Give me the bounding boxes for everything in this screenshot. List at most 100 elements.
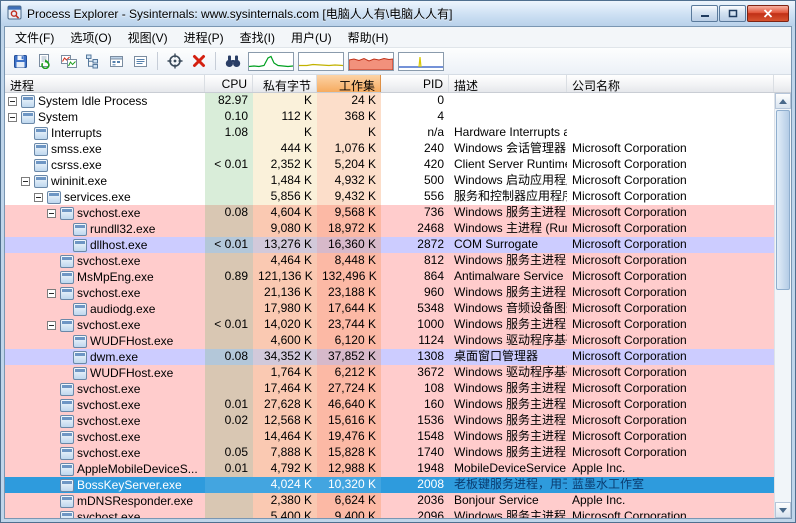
io-graph[interactable] [398,51,444,71]
process-row[interactable]: svchost.exe 14,464 K 19,476 K 1548 Windo… [5,429,774,445]
process-row[interactable]: mDNSResponder.exe 2,380 K 6,624 K 2036 B… [5,493,774,509]
close-button[interactable] [747,5,789,22]
process-row[interactable]: rundll32.exe 9,080 K 18,972 K 2468 Windo… [5,221,774,237]
find-window-button[interactable] [163,50,186,72]
pid-cell: 2036 [417,493,444,507]
cpu-cell: < 0.01 [205,237,253,253]
process-row[interactable]: svchost.exe < 0.01 14,020 K 23,744 K 100… [5,317,774,333]
pid-cell: 1948 [417,461,444,475]
tree-expand-box[interactable] [34,192,43,202]
tree-expand-box[interactable] [47,208,56,218]
column-header-process[interactable]: 进程 [5,75,205,92]
menu-options[interactable]: 选项(O) [62,27,119,48]
cpu-cell [205,285,253,301]
client-area: 文件(F) 选项(O) 视图(V) 进程(P) 查找(I) 用户(U) 帮助(H… [4,26,792,519]
process-row[interactable]: AppleMobileDeviceS... 0.01 4,792 K 12,98… [5,461,774,477]
process-row[interactable]: smss.exe 444 K 1,076 K 240 Windows 会话管理器… [5,141,774,157]
physical-memory-graph[interactable] [348,51,394,71]
kill-process-button[interactable] [187,50,210,72]
process-row[interactable]: svchost.exe 21,136 K 23,188 K 960 Window… [5,285,774,301]
menu-process[interactable]: 进程(P) [176,27,232,48]
menu-view[interactable]: 视图(V) [120,27,176,48]
tree-expand-box[interactable] [47,320,56,330]
description-cell: Hardware Interrupts a... [454,125,567,139]
process-row[interactable]: System 0.10 112 K 368 K 4 [5,109,774,125]
company-cell: Microsoft Corporation [572,445,687,459]
process-row[interactable]: svchost.exe 4,464 K 8,448 K 812 Windows … [5,253,774,269]
column-header-private-bytes[interactable]: 私有字节 [253,75,317,92]
pid-cell: 1536 [417,413,444,427]
tree-expand-box[interactable] [21,176,30,186]
scrollbar-track[interactable] [775,109,791,502]
scrollbar-thumb[interactable] [776,110,790,290]
process-row[interactable]: dllhost.exe < 0.01 13,276 K 16,360 K 287… [5,237,774,253]
column-header-company[interactable]: 公司名称 [567,75,774,92]
cpu-graph[interactable] [248,51,294,71]
company-cell: Microsoft Corporation [572,173,687,187]
company-cell: Apple Inc. [572,493,626,507]
process-row[interactable]: svchost.exe 5,400 K 9,400 K 2096 Windows… [5,509,774,518]
system-information-button[interactable] [57,50,80,72]
commit-graph[interactable] [298,51,344,71]
menu-users[interactable]: 用户(U) [283,27,340,48]
list-body: System Idle Process 82.97 K 24 K 0 Syste… [5,93,791,518]
column-header-cpu[interactable]: CPU [205,75,253,92]
dll-view-button[interactable] [105,50,128,72]
menu-find[interactable]: 查找(I) [232,27,283,48]
process-row[interactable]: svchost.exe 0.05 7,888 K 15,828 K 1740 W… [5,445,774,461]
company-cell: Microsoft Corporation [572,301,687,315]
tree-expand-box[interactable] [8,112,17,122]
save-button[interactable] [9,50,32,72]
cpu-cell: 0.05 [205,445,253,461]
process-row[interactable]: svchost.exe 0.02 12,568 K 15,616 K 1536 … [5,413,774,429]
process-explorer-window: Process Explorer - Sysinternals: www.sys… [0,0,796,523]
vertical-scrollbar[interactable] [774,93,791,518]
menu-file[interactable]: 文件(F) [7,27,62,48]
process-name: svchost.exe [77,285,141,300]
process-row[interactable]: WUDFHost.exe 4,600 K 6,120 K 1124 Window… [5,333,774,349]
private-bytes-cell: 1,484 K [253,173,317,189]
process-row[interactable]: svchost.exe 17,464 K 27,724 K 108 Window… [5,381,774,397]
column-header-description[interactable]: 描述 [449,75,567,92]
company-cell [567,93,774,109]
binoculars-icon [225,55,240,67]
menu-help[interactable]: 帮助(H) [340,27,397,48]
process-row[interactable]: services.exe 5,856 K 9,432 K 556 服务和控制器应… [5,189,774,205]
process-row[interactable]: svchost.exe 0.01 27,628 K 46,640 K 160 W… [5,397,774,413]
description-cell: Bonjour Service [454,493,539,507]
working-set-cell: 27,724 K [317,381,381,397]
maximize-button[interactable] [719,5,746,22]
tree-expand-box[interactable] [47,288,56,298]
title-bar[interactable]: Process Explorer - Sysinternals: www.sys… [1,1,795,26]
process-row[interactable]: csrss.exe < 0.01 2,352 K 5,204 K 420 Cli… [5,157,774,173]
process-row[interactable]: svchost.exe 0.08 4,604 K 9,568 K 736 Win… [5,205,774,221]
process-icon [60,206,74,220]
process-tree-button[interactable] [81,50,104,72]
scroll-up-button[interactable] [775,93,791,109]
process-row[interactable]: Interrupts 1.08 K K n/a Hardware Interru… [5,125,774,141]
tree-expand-box[interactable] [8,96,17,106]
handle-view-button[interactable] [129,50,152,72]
column-header-working-set[interactable]: 工作集 [317,75,381,92]
working-set-cell: 16,360 K [317,237,381,253]
process-row[interactable]: wininit.exe 1,484 K 4,932 K 500 Windows … [5,173,774,189]
process-row[interactable]: BossKeyServer.exe 4,024 K 10,320 K 2008 … [5,477,774,493]
column-header-pid[interactable]: PID [381,75,449,92]
private-bytes-cell: 4,600 K [253,333,317,349]
scroll-down-button[interactable] [775,502,791,518]
description-cell: Antimalware Service E... [454,269,567,283]
minimize-button[interactable] [691,5,718,22]
process-icon [73,334,87,348]
process-row[interactable]: dwm.exe 0.08 34,352 K 37,852 K 1308 桌面窗口… [5,349,774,365]
process-row[interactable]: WUDFHost.exe 1,764 K 6,212 K 3672 Window… [5,365,774,381]
process-row[interactable]: System Idle Process 82.97 K 24 K 0 [5,93,774,109]
process-name: audiodg.exe [90,301,156,316]
process-row[interactable]: audiodg.exe 17,980 K 17,644 K 5348 Windo… [5,301,774,317]
private-bytes-cell: 17,980 K [253,301,317,317]
process-row[interactable]: MsMpEng.exe 0.89 121,136 K 132,496 K 864… [5,269,774,285]
refresh-button[interactable] [33,50,56,72]
find-handle-dll-button[interactable] [221,50,244,72]
